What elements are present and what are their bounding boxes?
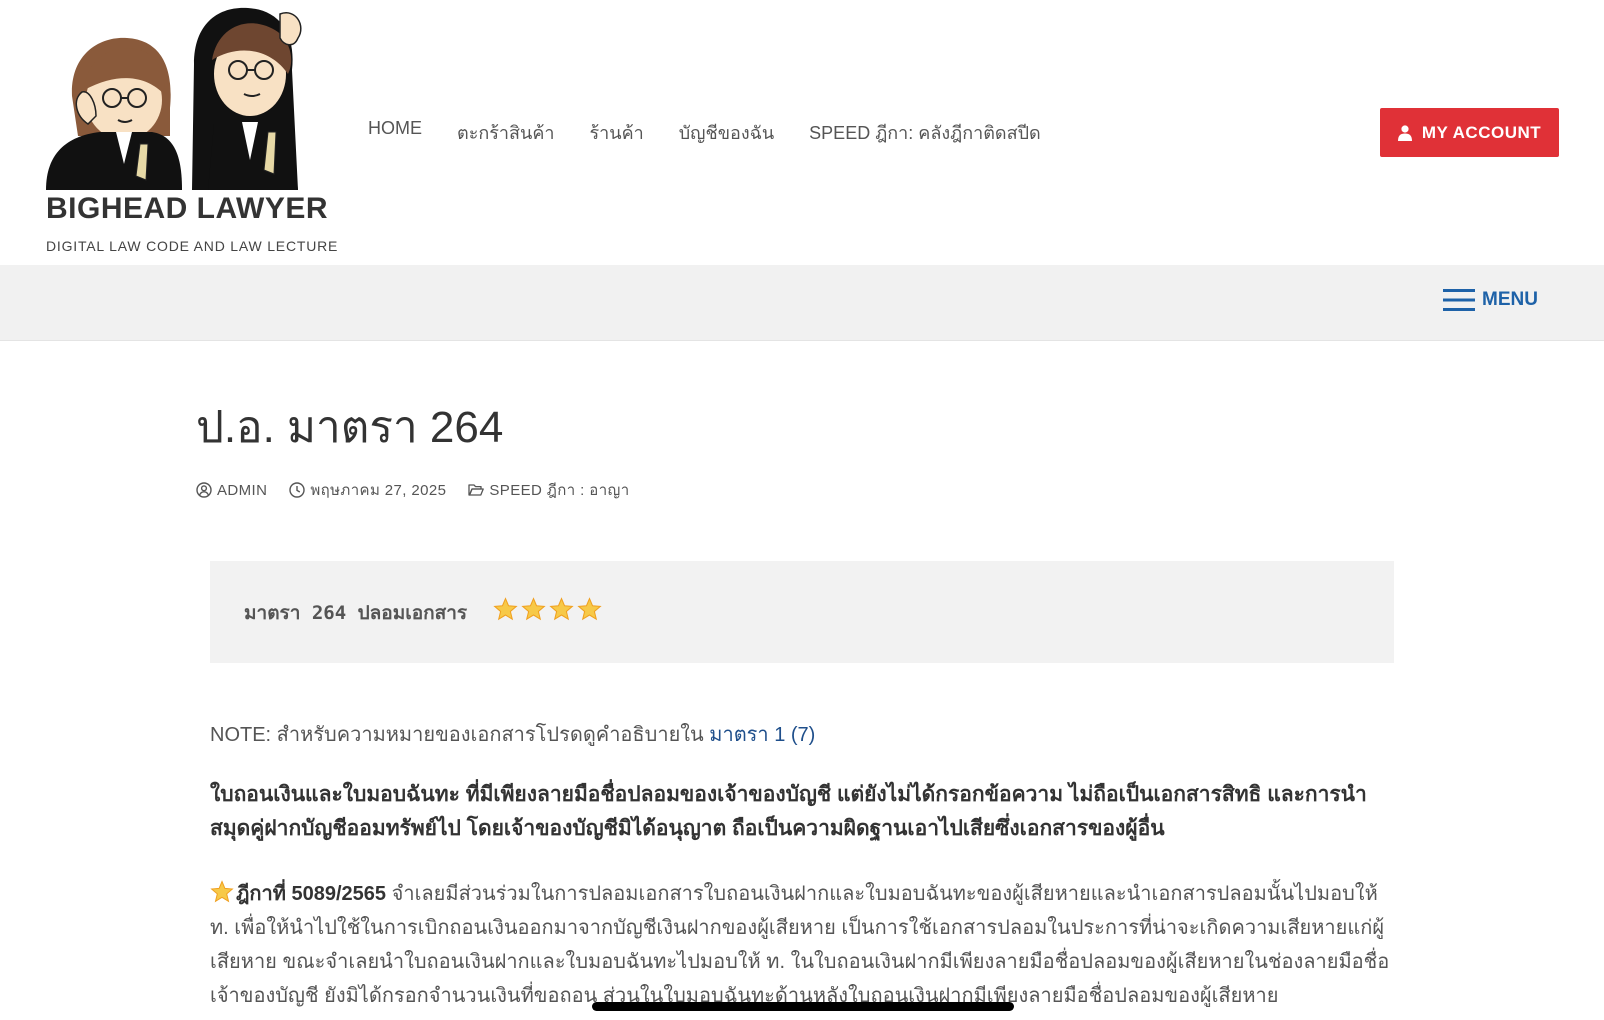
entry-meta: ADMIN พฤษภาคม 27, 2025 SPEED ฎีกา : อาญา (196, 478, 630, 502)
glowing-star-icon (492, 597, 518, 621)
code-block: มาตรา 264 ปลอมเอกสาร (210, 561, 1394, 663)
nav-item-shop[interactable]: ร้านค้า (589, 118, 643, 147)
hamburger-icon (1443, 289, 1476, 311)
my-account-label: MY ACCOUNT (1421, 122, 1542, 142)
rating-stars (492, 597, 602, 622)
meta-category[interactable]: SPEED ฎีกา : อาญา (468, 478, 629, 502)
primary-navigation: HOME ตะกร้าสินค้า ร้านค้า บัญชีของฉัน SP… (368, 118, 1041, 147)
folder-open-icon (468, 484, 485, 496)
glowing-star-icon (520, 597, 546, 621)
nav-item-cart[interactable]: ตะกร้าสินค้า (457, 118, 554, 147)
case-text: จำเลยมีส่วนร่วมในการปลอมเอกสารใบถอนเงินฝ… (210, 883, 1390, 1007)
site-header: BIGHEAD LAWYER DIGITAL LAW CODE AND LAW … (0, 0, 1604, 265)
meta-author-name: ADMIN (217, 481, 268, 499)
glowing-star-icon (548, 597, 574, 621)
site-title[interactable]: BIGHEAD LAWYER (46, 192, 328, 226)
meta-date[interactable]: พฤษภาคม 27, 2025 (289, 478, 446, 502)
code-block-text: มาตรา 264 ปลอมเอกสาร (244, 602, 468, 624)
summary-paragraph: ใบถอนเงินและใบมอบฉันทะ ที่มีเพียงลายมือช… (210, 783, 1367, 840)
site-tagline: DIGITAL LAW CODE AND LAW LECTURE (46, 238, 339, 254)
glowing-star-icon (210, 880, 234, 903)
glowing-star-icon (576, 597, 602, 621)
user-icon (1397, 124, 1412, 141)
meta-category-text: SPEED ฎีกา : อาญา (489, 482, 630, 499)
user-circle-icon (196, 482, 212, 498)
clock-icon (289, 482, 306, 498)
note-text: NOTE: สำหรับความหมายของเอกสารโปรดดูคำอธิ… (210, 724, 710, 746)
nav-item-my-account[interactable]: บัญชีของฉัน (679, 118, 774, 147)
page-title: ป.อ. มาตรา 264 (196, 403, 504, 452)
case-paragraph: ฎีกาที่ 5089/2565 จำเลยมีส่วนร่วมในการปล… (210, 877, 1400, 1013)
meta-author[interactable]: ADMIN (196, 478, 267, 502)
menu-label: MENU (1482, 289, 1538, 310)
meta-date-text: พฤษภาคม 27, 2025 (310, 482, 447, 499)
my-account-button[interactable]: MY ACCOUNT (1380, 108, 1559, 157)
note-paragraph: NOTE: สำหรับความหมายของเอกสารโปรดดูคำอธิ… (210, 718, 815, 750)
nav-item-speed-dika[interactable]: SPEED ฎีกา: คลังฎีกาติดสปีด (809, 118, 1041, 147)
home-indicator[interactable] (592, 1002, 1014, 1011)
code-block-text-row: มาตรา 264 ปลอมเอกสาร (244, 597, 602, 628)
menu-toggle-button[interactable]: MENU (1443, 287, 1538, 313)
secondary-menu-bar: MENU (0, 265, 1604, 341)
logo-illustration[interactable] (42, 4, 312, 190)
case-number: ฎีกาที่ 5089/2565 (236, 883, 387, 905)
section-1-7-link[interactable]: มาตรา 1 (7) (709, 724, 815, 746)
nav-item-home[interactable]: HOME (368, 118, 422, 147)
